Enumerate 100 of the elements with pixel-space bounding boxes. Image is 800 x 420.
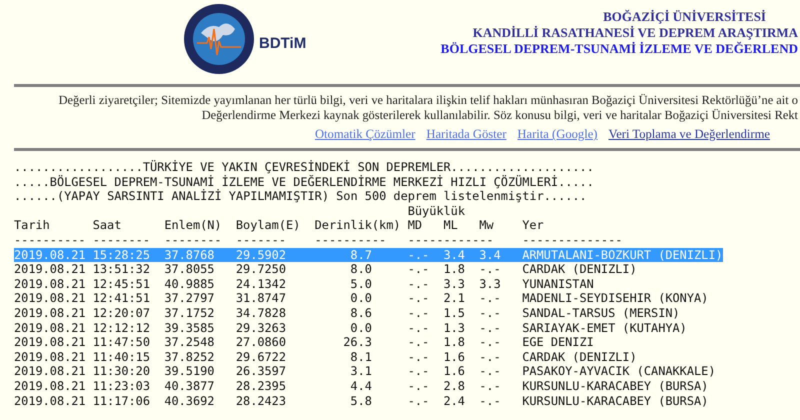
- table-cell-text: 11:23:03: [92, 378, 152, 394]
- table-cell-text: -.-: [479, 378, 502, 394]
- quake-row[interactable]: 2019.08.21 12:45:51 40.9885 24.1342 5.0 -.- 3.3 3.3 YUNANISTAN: [14, 276, 594, 292]
- table-cell-text: -.-: [408, 364, 430, 379]
- table-cell-text: 29.3263: [236, 320, 288, 336]
- quake-row[interactable]: 2019.08.21 11:23:03 40.3877 28.2395 4.4 -.- 2.8 -.- KURSUNLU-KARACABEY (BURSA): [14, 378, 708, 394]
- table-cell: KURSUNLU-KARACABEY (BURSA): [522, 378, 708, 394]
- table-cell-text: 11:47:50: [92, 335, 152, 350]
- table-cell-text: -.-: [408, 276, 430, 292]
- table-cell: PASAKOY-AYVACIK (CANAKKALE): [522, 364, 716, 379]
- table-cell-text: 2.4: [443, 394, 466, 408]
- table-cell-text: 28.2395: [236, 378, 288, 394]
- table-cell-text: 37.8768: [164, 248, 216, 262]
- table-cell-text: -.-: [479, 364, 502, 379]
- table-cell: ARMUTALANI-BOZKURT (DENIZLI): [522, 248, 723, 262]
- listing-headline: .....BÖLGESEL DEPREM-TSUNAMİ İZLEME VE DEĞERLENDİRME MERKEZİ HIZLI ÇÖZÜMLERİ.....: [14, 174, 595, 189]
- table-cell: YUNANISTAN: [522, 276, 594, 292]
- table-cell-text: 0.0: [349, 320, 373, 336]
- table-cell-text: 29.6722: [236, 350, 288, 364]
- header-title: BÖLGESEL DEPREM-TSUNAMİ İZLEME VE DEĞERLEND: [440, 41, 798, 57]
- globe-logo-icon: [183, 3, 255, 75]
- quake-row[interactable]: 2019.08.21 12:41:51 37.2797 31.8747 0.0 -.- 2.1 -.- MADENLI-SEYDISEHIR (KONYA): [14, 291, 708, 306]
- table-cell-text: 3.3: [443, 276, 466, 292]
- table-cell-text: -.-: [479, 394, 502, 408]
- header-rule: --------: [92, 232, 152, 248]
- header-rule: ----------: [14, 232, 87, 248]
- table-cell-text: 1.3: [443, 320, 466, 336]
- table-cell-text: 8.7: [349, 248, 373, 262]
- column-header: Tarih: [14, 218, 51, 233]
- table-cell-text: 15:28:25: [92, 248, 152, 262]
- table-cell-text: 31.8747: [236, 291, 288, 306]
- table-cell-text: 1.8: [443, 262, 466, 277]
- table-cell: KURSUNLU-KARACABEY (BURSA): [522, 394, 708, 408]
- quake-row[interactable]: 2019.08.21 12:12:12 39.3585 29.3263 0.0 -.- 1.3 -.- SARIAYAK-EMET (KUTAHYA): [14, 320, 687, 336]
- header-rule: ------------: [408, 232, 495, 248]
- quake-row[interactable]: 2019.08.21 13:51:32 37.8055 29.7250 8.0 -.- 1.8 -.- CARDAK (DENIZLI): [14, 262, 637, 277]
- column-header: Enlem(N): [164, 218, 223, 233]
- table-cell-text: 37.8055: [164, 262, 216, 277]
- table-cell-text: 11:30:20: [92, 364, 152, 379]
- table-cell-text: 2.8: [443, 378, 466, 394]
- nav-link[interactable]: Harita (Google): [517, 127, 598, 142]
- quake-row[interactable]: 2019.08.21 11:30:20 39.5190 26.3597 3.1 -.- 1.6 -.- PASAKOY-AYVACIK (CANAKKALE): [14, 364, 716, 379]
- table-cell-text: 11:40:15: [92, 350, 152, 364]
- table-cell-text: 12:12:12: [92, 320, 152, 336]
- table-cell-text: -.-: [479, 306, 502, 321]
- table-cell-text: -.-: [408, 320, 430, 336]
- nav-link[interactable]: Veri Toplama ve Değerlendirme: [608, 127, 770, 142]
- notice-text: Değerli ziyaretçiler; Sitemizde yayımlanan her türlü bilgi, veri ve haritalara ilişkin telif hakları münhasıran Boğaziçi Üniversitesi Rektörlüğü’ne ait o: [58, 93, 798, 108]
- column-group-heading: Büyüklük: [406, 204, 466, 218]
- table-cell-text: 37.2797: [164, 291, 216, 306]
- quake-row[interactable]: 2019.08.21 11:40:15 37.8252 29.6722 8.1 -.- 1.6 -.- CARDAK (DENIZLI): [14, 350, 637, 364]
- table-cell: SANDAL-TARSUS (MERSIN): [522, 306, 680, 321]
- nav-link[interactable]: Haritada Göster: [426, 127, 506, 142]
- table-cell-text: 1.6: [443, 350, 466, 364]
- nav-link[interactable]: Otomatik Çözümler: [314, 127, 416, 142]
- column-header: Boylam(E): [236, 218, 302, 233]
- quake-row[interactable]: 2019.08.21 11:17:06 40.3692 28.2423 5.8 -.- 2.4 -.- KURSUNLU-KARACABEY (BURSA): [14, 394, 708, 408]
- table-cell-text: 12:41:51: [92, 291, 152, 306]
- table-cell-text: -.-: [408, 394, 430, 408]
- table-cell-text: 29.5902: [236, 248, 288, 262]
- table-cell-text: -.-: [408, 335, 430, 350]
- table-cell-text: -.-: [479, 335, 502, 350]
- table-cell: CARDAK (DENIZLI): [522, 262, 637, 277]
- quake-row[interactable]: 2019.08.21 12:20:07 37.1752 34.7828 8.6 -.- 1.5 -.- SANDAL-TARSUS (MERSIN): [14, 306, 680, 321]
- table-cell-text: 37.8252: [164, 350, 216, 364]
- table-cell: MADENLI-SEYDISEHIR (KONYA): [522, 291, 708, 306]
- table-cell-text: 5.8: [349, 394, 373, 408]
- table-cell-text: 26.3: [342, 335, 373, 350]
- table-cell-text: 2019.08.21: [14, 248, 87, 262]
- header-rule: -------: [236, 232, 288, 248]
- table-cell-text: 3.3: [479, 276, 502, 292]
- header-rule: --------: [164, 232, 223, 248]
- table-cell-text: 2019.08.21: [14, 394, 87, 408]
- table-cell-text: 1.6: [443, 364, 466, 379]
- logo-text: BDTiM: [259, 34, 306, 52]
- header-rule: ----------: [314, 232, 388, 248]
- table-cell-text: 1.5: [443, 306, 466, 321]
- table-cell-text: 13:51:32: [92, 262, 152, 277]
- listing-headline: ......(YAPAY SARSINTI ANALİZİ YAPILMAMIŞTIR) Son 500 deprem listelenmiştir......: [14, 189, 588, 204]
- table-cell-text: 40.9885: [164, 276, 216, 292]
- table-cell-text: 37.1752: [164, 306, 216, 321]
- table-cell-text: 3.4: [443, 248, 466, 262]
- table-cell-text: 4.4: [349, 378, 373, 394]
- header-title: KANDİLLİ RASATHANESİ VE DEPREM ARAŞTIRMA: [472, 25, 798, 41]
- table-cell-text: 37.2548: [164, 335, 216, 350]
- table-cell-text: 8.0: [349, 262, 373, 277]
- table-cell-text: 2019.08.21: [14, 276, 87, 292]
- table-cell-text: 39.3585: [164, 320, 216, 336]
- quake-row[interactable]: 2019.08.21 11:47:50 37.2548 27.0860 26.3 -.- 1.8 -.- EGE DENIZI: [14, 335, 594, 350]
- table-cell-text: 2019.08.21: [14, 291, 87, 306]
- table-cell-text: 2019.08.21: [14, 306, 87, 321]
- table-cell-text: -.-: [408, 291, 430, 306]
- table-cell-text: 2019.08.21: [14, 335, 87, 350]
- table-cell-text: -.-: [479, 320, 502, 336]
- column-header: Saat: [92, 218, 122, 233]
- table-cell-text: 3.1: [349, 364, 373, 379]
- column-header: Derinlik(km): [314, 218, 402, 233]
- table-cell-text: 40.3692: [164, 394, 216, 408]
- table-cell-text: 34.7828: [236, 306, 288, 321]
- column-header: Mw: [479, 218, 495, 233]
